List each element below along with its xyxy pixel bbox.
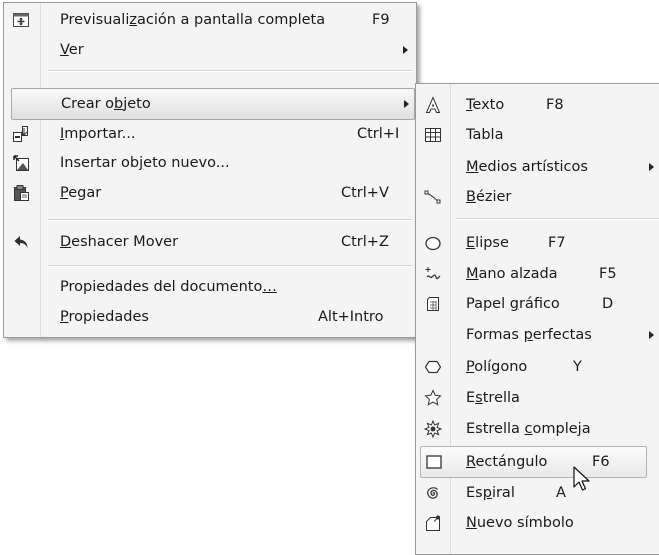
menu-item-fullscreen-preview[interactable]: Previsualización a pantalla completa F9 (4, 5, 416, 35)
fullscreen-preview-icon (10, 10, 32, 30)
shortcut-text: F7 (548, 235, 566, 251)
submenu-item-medios-artisticos[interactable]: Medios artísticos (416, 152, 659, 182)
submenu-item-elipse[interactable]: Elipse F7 (416, 228, 659, 258)
shortcut-text: Ctrl+V (341, 185, 389, 201)
menu-item-importar[interactable]: Importar... Ctrl+I (4, 119, 416, 149)
rectangle-icon (423, 452, 445, 472)
polygon-icon (422, 357, 444, 377)
submenu-item-poligono[interactable]: Polígono Y (416, 352, 659, 382)
submenu-item-formas-perfectas[interactable]: Formas perfectas (416, 320, 659, 350)
star-icon (422, 388, 444, 408)
submenu-item-mano-alzada[interactable]: Mano alzada F5 (416, 259, 659, 289)
shortcut-text: D (602, 296, 614, 312)
menu-item-insertar-objeto[interactable]: Insertar objeto nuevo... (4, 148, 416, 178)
submenu-item-papel-grafico[interactable]: Papel gráfico D (416, 289, 659, 319)
shortcut-text: Alt+Intro (318, 309, 384, 325)
insert-object-icon (10, 153, 32, 173)
complex-star-icon (422, 419, 444, 439)
menu-separator (48, 265, 412, 267)
menu-item-propiedades[interactable]: Propiedades Alt+Intro (4, 302, 416, 332)
submenu-crear-objeto: Texto F8 Tabla Medios artísticos Bézier … (415, 83, 659, 555)
import-icon (10, 124, 32, 144)
submenu-arrow-icon (404, 100, 409, 108)
shortcut-text: F9 (372, 12, 390, 28)
undo-icon (10, 232, 32, 252)
menu-separator (48, 219, 412, 221)
menu-separator (48, 70, 412, 72)
mouse-pointer-icon (573, 466, 593, 494)
shortcut-text: F8 (546, 97, 564, 113)
text-tool-icon (422, 95, 444, 115)
submenu-item-bezier[interactable]: Bézier (416, 182, 659, 212)
submenu-item-espiral[interactable]: Espiral A (416, 478, 659, 508)
submenu-arrow-icon (403, 46, 408, 54)
shortcut-text: F6 (592, 454, 610, 470)
submenu-item-estrella[interactable]: Estrella (416, 383, 659, 413)
submenu-arrow-icon (649, 331, 654, 339)
menu-item-crear-objeto[interactable]: Crear objeto (11, 88, 415, 120)
submenu-item-rectangulo[interactable]: Rectángulo F6 (420, 446, 647, 478)
bezier-icon (422, 187, 444, 207)
menu-item-ver[interactable]: Ver (4, 35, 416, 65)
submenu-item-tabla[interactable]: Tabla (416, 120, 659, 150)
shortcut-text: A (556, 485, 566, 501)
context-menu: Previsualización a pantalla completa F9 … (3, 2, 417, 338)
submenu-arrow-icon (649, 163, 654, 171)
menu-item-deshacer[interactable]: Deshacer Mover Ctrl+Z (4, 227, 416, 257)
table-icon (422, 125, 444, 145)
submenu-item-texto[interactable]: Texto F8 (416, 90, 659, 120)
shortcut-text: Ctrl+I (357, 126, 400, 142)
graph-paper-icon (422, 294, 444, 314)
freehand-icon (422, 264, 444, 284)
spiral-icon (422, 483, 444, 503)
shortcut-text: F5 (599, 266, 617, 282)
shortcut-text: Y (573, 359, 582, 375)
submenu-item-nuevo-simbolo[interactable]: Nuevo símbolo (416, 508, 659, 538)
submenu-item-estrella-compleja[interactable]: Estrella compleja (416, 414, 659, 444)
menu-item-pegar[interactable]: Pegar Ctrl+V (4, 178, 416, 208)
paste-icon (10, 183, 32, 203)
shortcut-text: Ctrl+Z (341, 234, 389, 250)
ellipse-icon (422, 233, 444, 253)
new-symbol-icon (422, 513, 444, 533)
menu-separator (456, 218, 659, 220)
menu-item-propiedades-documento[interactable]: Propiedades del documento… (4, 272, 416, 302)
